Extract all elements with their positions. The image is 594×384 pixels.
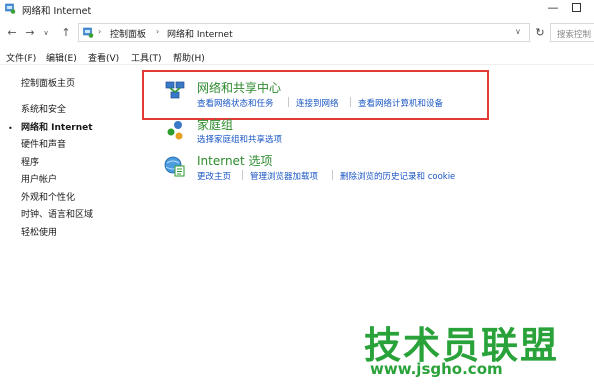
search-placeholder: 搜索控制 — [557, 30, 592, 40]
highlight-box — [142, 70, 489, 120]
menu-edit[interactable]: 编辑(E) — [46, 51, 77, 64]
sidebar-item-control-panel-home[interactable]: 控制面板主页 — [21, 76, 75, 89]
window-title: 网络和 Internet — [22, 6, 92, 17]
back-button[interactable]: ← — [6, 26, 18, 40]
breadcrumb-network-internet[interactable]: 网络和 Internet — [167, 27, 233, 40]
minimize-button[interactable]: — — [545, 1, 561, 15]
link-divider — [242, 170, 243, 180]
forward-button[interactable]: → — [24, 26, 36, 40]
menu-tools[interactable]: 工具(T) — [131, 51, 162, 64]
sidebar-active-bullet: • — [8, 124, 13, 133]
sidebar-item-system-security[interactable]: 系统和安全 — [21, 102, 66, 115]
homegroup-title[interactable]: 家庭组 — [197, 116, 233, 133]
address-dropdown[interactable]: ∨ — [515, 27, 521, 36]
sidebar-item-ease-of-access[interactable]: 轻松使用 — [21, 225, 57, 238]
control-panel-icon — [83, 27, 94, 38]
breadcrumb-separator: › — [98, 27, 102, 36]
menu-help[interactable]: 帮助(H) — [173, 51, 205, 64]
breadcrumb-separator: › — [156, 27, 160, 36]
link-manage-add-ons[interactable]: 管理浏览器加载项 — [250, 170, 318, 182]
link-homegroup-sharing-options[interactable]: 选择家庭组和共享选项 — [197, 133, 282, 145]
sidebar-item-hardware-sound[interactable]: 硬件和声音 — [21, 137, 66, 150]
menu-view[interactable]: 查看(V) — [88, 51, 119, 64]
sidebar-item-programs[interactable]: 程序 — [21, 155, 39, 168]
link-change-home-page[interactable]: 更改主页 — [197, 170, 231, 182]
refresh-button[interactable]: ↻ — [533, 25, 547, 41]
breadcrumb-control-panel[interactable]: 控制面板 — [110, 27, 146, 40]
menu-file[interactable]: 文件(F) — [6, 51, 36, 64]
sidebar-item-network-internet[interactable]: 网络和 Internet — [21, 120, 93, 133]
link-delete-browsing-history[interactable]: 删除浏览的历史记录和 cookie — [340, 170, 455, 182]
maximize-button[interactable] — [572, 3, 581, 12]
internet-options-title[interactable]: Internet 选项 — [197, 152, 272, 169]
internet-options-icon — [164, 156, 185, 177]
sidebar-item-clock-region[interactable]: 时钟、语言和区域 — [21, 207, 93, 220]
control-panel-icon — [5, 3, 16, 14]
menu-divider — [0, 64, 594, 65]
up-button[interactable]: ↑ — [60, 26, 72, 40]
watermark-url: www.jsgho.com — [370, 360, 503, 378]
sidebar-item-appearance[interactable]: 外观和个性化 — [21, 190, 75, 203]
homegroup-icon — [167, 121, 183, 140]
recent-locations-dropdown[interactable]: ∨ — [40, 26, 52, 40]
sidebar-item-user-accounts[interactable]: 用户帐户 — [21, 172, 57, 185]
link-divider — [332, 170, 333, 180]
